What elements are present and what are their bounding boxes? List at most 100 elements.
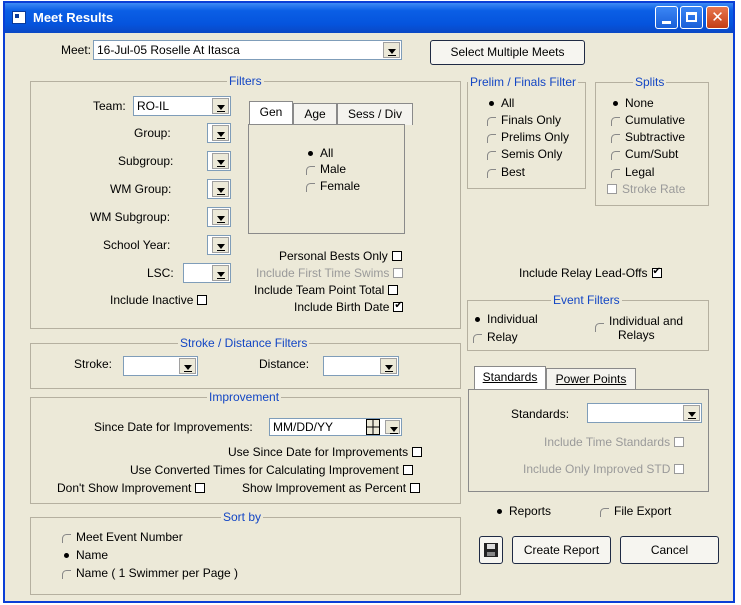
since-date-picker[interactable]: MM/DD/YY [269,418,402,436]
dont-show-improvement-checkbox[interactable]: Don't Show Improvement [57,481,206,495]
cancel-button[interactable]: Cancel [620,536,719,564]
save-button[interactable] [479,536,503,564]
checkbox-box[interactable] [388,285,399,295]
distance-select[interactable] [323,356,399,376]
tab-gen[interactable]: Gen [249,101,293,125]
prelim-all-label: All [501,96,515,110]
radio-dot [487,116,496,126]
splits-legend: Splits [633,75,667,89]
checkbox-box[interactable] [391,251,402,261]
filters-legend: Filters [227,74,264,88]
meet-select[interactable]: 16-Jul-05 Roselle At Itasca [93,40,402,60]
splits-legal-label: Legal [625,165,655,179]
gender-all-label: All [320,146,334,160]
tab-gen-label: Gen [259,105,283,119]
wm-subgroup-select[interactable] [207,207,231,227]
splits-none-label: None [625,96,654,110]
checkbox-box[interactable] [393,268,404,278]
chevron-down-icon [212,98,229,114]
tab-sess-div[interactable]: Sess / Div [337,103,413,125]
sort-name-per-page-label: Name ( 1 Swimmer per Page ) [76,566,239,580]
chevron-down-icon[interactable] [385,420,400,434]
checkbox-box[interactable] [197,295,208,305]
checkbox-box[interactable] [674,437,685,447]
splits-cumulative-radio[interactable]: Cumulative [611,113,685,127]
include-time-standards-checkbox[interactable]: Include Time Standards [544,435,685,449]
stroke-select[interactable] [123,356,198,376]
event-individual-radio[interactable]: Individual [473,312,538,326]
finals-only-radio[interactable]: Finals Only [487,113,561,127]
select-multiple-meets-button[interactable]: Select Multiple Meets [430,40,585,65]
include-inactive-checkbox[interactable]: Include Inactive [110,293,208,307]
prelim-all-radio[interactable]: All [487,96,514,110]
spinner-icon[interactable] [366,419,380,435]
include-improved-std-checkbox[interactable]: Include Only Improved STD [523,462,685,476]
tab-age-label: Age [304,107,326,121]
splits-legal-radio[interactable]: Legal [611,165,654,179]
reports-radio[interactable]: Reports [495,504,551,518]
birth-date-checkbox[interactable]: Include Birth Date [294,300,404,314]
subgroup-select[interactable] [207,151,231,171]
sort-name-per-page-radio[interactable]: Name ( 1 Swimmer per Page ) [62,566,238,580]
personal-bests-checkbox[interactable]: Personal Bests Only [279,249,402,263]
use-converted-times-checkbox[interactable]: Use Converted Times for Calculating Impr… [130,463,413,477]
file-export-radio[interactable]: File Export [600,504,671,518]
event-individual-and-relays-radio[interactable] [595,319,609,333]
team-point-total-checkbox[interactable]: Include Team Point Total [254,283,399,297]
wm-group-select[interactable] [207,179,231,199]
maximize-button[interactable] [680,6,703,29]
group-label: Group: [134,126,171,140]
group-select[interactable] [207,123,231,143]
use-since-date-checkbox[interactable]: Use Since Date for Improvements [228,445,423,459]
create-report-button[interactable]: Create Report [512,536,611,564]
checkbox-box[interactable] [402,465,413,475]
splits-none-radio[interactable]: None [611,96,654,110]
splits-subtractive-radio[interactable]: Subtractive [611,130,685,144]
event-relay-label: Relay [487,330,518,344]
team-select[interactable]: RO-IL [133,96,231,116]
lsc-select[interactable] [183,263,231,283]
checkbox-box[interactable] [412,447,423,457]
relay-leadoffs-checkbox[interactable]: Include Relay Lead-Offs [519,266,662,280]
first-time-swims-checkbox[interactable]: Include First Time Swims [256,266,404,280]
cancel-label: Cancel [650,543,689,557]
stroke-rate-checkbox[interactable]: Stroke Rate [607,182,685,196]
semis-only-radio[interactable]: Semis Only [487,147,562,161]
checkbox-box[interactable] [410,483,421,493]
use-converted-times-label: Use Converted Times for Calculating Impr… [130,463,399,477]
prelim-finals-legend: Prelim / Finals Filter [468,75,579,89]
close-button[interactable]: ✕ [706,6,729,29]
gender-all-radio[interactable]: All [306,146,333,160]
gender-female-radio[interactable]: Female [306,179,360,193]
sort-meet-event-radio[interactable]: Meet Event Number [62,530,183,544]
chevron-down-icon [212,181,229,197]
tab-power-points[interactable]: Power Points [546,368,636,390]
show-improvement-percent-checkbox[interactable]: Show Improvement as Percent [242,481,421,495]
event-individual-label: Individual [487,312,538,326]
checkbox-box[interactable] [393,300,404,312]
minimize-button[interactable] [655,6,678,29]
checkbox-box[interactable] [607,184,617,194]
show-improvement-percent-label: Show Improvement as Percent [242,481,407,495]
use-since-date-label: Use Since Date for Improvements [228,445,409,459]
school-year-select[interactable] [207,235,231,255]
checkbox-box[interactable] [674,464,685,474]
splits-cumsubt-radio[interactable]: Cum/Subt [611,147,678,161]
checkbox-box[interactable] [651,266,662,278]
splits-cumulative-label: Cumulative [625,113,686,127]
tab-power-points-label: Power Points [555,372,627,386]
checkbox-box[interactable] [195,483,206,493]
close-icon: ✕ [711,9,724,26]
title-bar[interactable]: Meet Results ✕ [5,3,733,33]
chevron-down-icon [212,125,229,141]
tab-standards[interactable]: Standards [474,366,546,390]
event-relay-radio[interactable]: Relay [473,330,518,344]
standards-select[interactable] [587,403,702,423]
best-radio[interactable]: Best [487,165,525,179]
radio-dot [62,569,71,579]
gender-male-radio[interactable]: Male [306,162,346,176]
prelims-only-radio[interactable]: Prelims Only [487,130,569,144]
sort-name-radio[interactable]: Name [62,548,108,562]
radio-dot [600,507,609,517]
tab-age[interactable]: Age [293,103,337,125]
